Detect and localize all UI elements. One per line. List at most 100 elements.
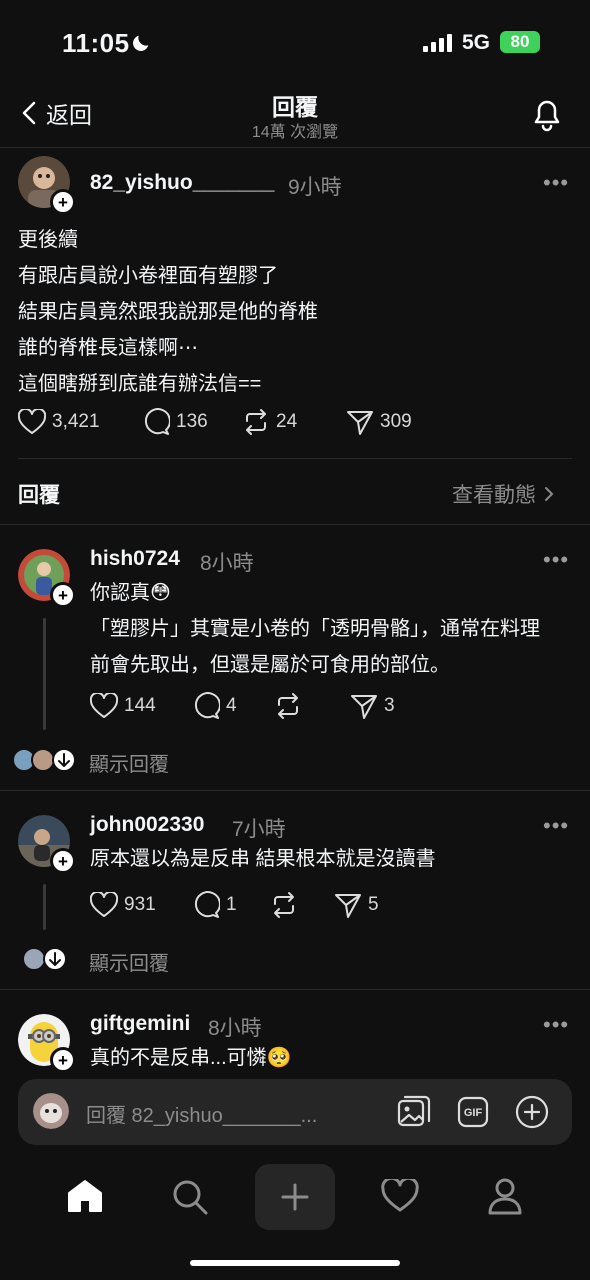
repost-count: 24 [276, 411, 298, 432]
repost-icon [246, 409, 266, 435]
heart-icon [90, 693, 118, 718]
tab-profile[interactable] [487, 1177, 523, 1215]
reply-body: 真的不是反串...可憐🥺 [90, 1040, 580, 1076]
like-button[interactable]: 144 [90, 693, 192, 719]
post-line: 有跟店員說小卷裡面有塑膠了 [18, 265, 278, 287]
comment-count: 1 [226, 894, 237, 915]
comment-count: 136 [176, 411, 208, 432]
post-time: 9小時 [288, 176, 342, 199]
comment-icon [194, 891, 220, 918]
tab-create[interactable] [255, 1164, 335, 1230]
post-line: 這個瞎掰到底誰有辦法信== [18, 373, 262, 395]
svg-text:GIF: GIF [464, 1107, 483, 1119]
reply-avatars [12, 747, 78, 773]
show-replies-link[interactable]: 顯示回覆 [89, 947, 169, 976]
reply-divider [0, 989, 590, 990]
follow-button[interactable]: + [50, 848, 76, 874]
follow-button[interactable]: + [50, 582, 76, 608]
tab-search[interactable] [171, 1178, 209, 1216]
heart-icon [381, 1179, 419, 1212]
repost-button[interactable] [274, 692, 350, 720]
add-attachment-button[interactable] [515, 1095, 549, 1129]
reply-input[interactable]: 回覆 82_yishuo_______... [86, 1099, 317, 1128]
more-options-icon[interactable]: ••• [543, 547, 569, 573]
gif-icon: GIF [457, 1096, 489, 1128]
like-button[interactable]: 931 [90, 892, 192, 918]
gallery-icon [397, 1095, 431, 1127]
reply-time: 8小時 [200, 552, 254, 575]
home-indicator [190, 1260, 400, 1266]
tab-activity[interactable] [381, 1179, 419, 1213]
share-count: 309 [380, 411, 412, 432]
chevron-right-icon [545, 487, 554, 501]
like-button[interactable]: 3,421 [18, 409, 142, 435]
comment-count: 4 [226, 695, 237, 716]
composer-avatar [33, 1093, 69, 1129]
network-type: 5G [462, 31, 491, 54]
reply-username[interactable]: hish0724 [90, 547, 180, 571]
like-count: 144 [124, 695, 156, 716]
more-options-icon[interactable]: ••• [543, 813, 569, 839]
post-actions: 3,421 136 24 309 [18, 408, 412, 436]
repost-icon [274, 892, 294, 918]
post-line: 更後續 [18, 229, 78, 251]
reply-avatars [20, 946, 70, 972]
heart-icon [18, 409, 46, 434]
search-icon [173, 1180, 208, 1215]
thread-line [43, 618, 46, 730]
reply-line: 真的不是反串...可憐🥺 [90, 1047, 292, 1069]
home-icon [68, 1180, 102, 1212]
notifications-button[interactable] [530, 96, 564, 132]
reply-line: 前會先取出，但還是屬於可食用的部位。 [90, 654, 450, 676]
share-button[interactable]: 309 [346, 408, 412, 436]
send-icon [351, 695, 377, 719]
reply-username[interactable]: giftgemini [90, 1012, 190, 1036]
reply-divider [0, 790, 590, 791]
repost-icon [278, 693, 298, 719]
share-button[interactable]: 5 [334, 891, 379, 919]
post-line: 結果店員竟然跟我說那是他的脊椎 [18, 301, 318, 323]
view-activity-label: 查看動態 [452, 484, 536, 507]
view-count: 14萬 次瀏覽 [251, 124, 339, 141]
like-count: 931 [124, 894, 156, 915]
more-options-icon[interactable]: ••• [543, 170, 569, 196]
send-icon [347, 411, 373, 435]
heart-icon [90, 892, 118, 917]
battery-level: 80 [510, 32, 530, 51]
send-icon [335, 894, 361, 918]
reply-username[interactable]: john002330 [90, 813, 204, 837]
comment-button[interactable]: 136 [142, 408, 242, 436]
comment-button[interactable]: 1 [192, 891, 270, 919]
reply-body: 你認真😳 「塑膠片」其實是小卷的「透明骨骼」，通常在料理 前會先取出，但還是屬於… [90, 575, 580, 683]
battery-indicator: 80 [500, 31, 540, 53]
follow-button[interactable]: + [50, 189, 76, 215]
more-options-icon[interactable]: ••• [543, 1012, 569, 1038]
signal-icon [423, 34, 453, 52]
reply-body: 原本還以為是反串 結果根本就是沒讀書 [90, 841, 580, 877]
reply-line: 「塑膠片」其實是小卷的「透明骨骼」，通常在料理 [90, 618, 540, 640]
reply-actions: 144 4 3 [90, 692, 395, 720]
post-body: 更後續 有跟店員說小卷裡面有塑膠了 結果店員竟然跟我說那是他的脊椎 誰的脊椎長這… [18, 222, 578, 402]
show-replies-link[interactable]: 顯示回覆 [89, 748, 169, 777]
gif-button[interactable]: GIF [456, 1095, 490, 1129]
header-divider [0, 147, 590, 148]
share-button[interactable]: 3 [350, 692, 395, 720]
repost-button[interactable]: 24 [242, 408, 346, 436]
status-time: 11:05 [62, 28, 130, 58]
plus-circle-icon [515, 1095, 549, 1129]
replies-divider [0, 524, 590, 525]
tab-home[interactable] [66, 1178, 104, 1214]
repost-button[interactable] [270, 891, 334, 919]
view-activity-link[interactable]: 查看動態 [452, 479, 554, 509]
bell-icon [534, 100, 560, 132]
thread-line [43, 884, 46, 930]
reply-time: 8小時 [208, 1017, 262, 1040]
moon-icon [130, 32, 152, 54]
post-username[interactable]: 82_yishuo_______ [90, 171, 274, 195]
follow-button[interactable]: + [50, 1047, 76, 1073]
comment-button[interactable]: 4 [192, 692, 274, 720]
profile-icon [488, 1178, 522, 1215]
image-picker-button[interactable] [397, 1095, 431, 1129]
reply-line: 你認真😳 [90, 582, 171, 604]
plus-icon [281, 1183, 309, 1211]
